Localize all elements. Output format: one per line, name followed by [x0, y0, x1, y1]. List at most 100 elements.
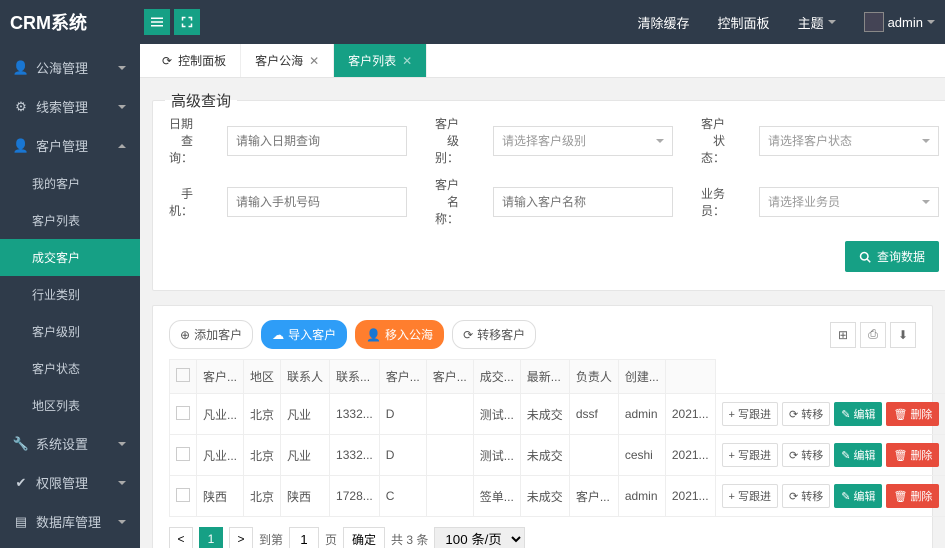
gear-icon: ⚙: [14, 100, 28, 114]
follow-button[interactable]: + 写跟进: [722, 443, 778, 467]
column-header: 地区: [244, 360, 281, 394]
page-1-button[interactable]: 1: [199, 527, 223, 548]
name-label: 客户名称：: [435, 176, 465, 227]
cell: 北京: [244, 435, 281, 476]
cell: 测试...: [473, 394, 520, 435]
tab[interactable]: 客户列表✕: [334, 44, 427, 77]
menu-toggle-button[interactable]: [144, 9, 170, 35]
cell: 未成交: [520, 476, 569, 517]
export-button[interactable]: ⬇: [890, 322, 916, 348]
sidebar-group[interactable]: ▤数据库管理: [0, 502, 140, 541]
goto-page-input[interactable]: [289, 527, 319, 548]
transfer-button[interactable]: ⟳ 转移: [782, 443, 830, 467]
search-title: 高级查询: [165, 90, 237, 111]
column-header: 联系...: [330, 360, 380, 394]
sidebar-group[interactable]: ✔权限管理: [0, 463, 140, 502]
phone-input[interactable]: [227, 187, 407, 217]
sidebar-group-label: 客户管理: [36, 136, 88, 155]
import-customer-button[interactable]: ☁导入客户: [261, 320, 347, 349]
move-sea-button[interactable]: 👤移入公海: [355, 320, 444, 349]
transfer-customer-button[interactable]: ⟳转移客户: [452, 320, 536, 349]
header: CRM系统 清除缓存 控制面板 主题 admin: [0, 0, 945, 44]
sidebar-item[interactable]: 地区列表: [0, 387, 140, 424]
per-page-select[interactable]: 100 条/页: [434, 527, 525, 548]
column-header: [170, 360, 197, 394]
cell: 未成交: [520, 394, 569, 435]
sidebar-item[interactable]: 行业类别: [0, 276, 140, 313]
follow-button[interactable]: + 写跟进: [722, 402, 778, 426]
sidebar-group[interactable]: 👤公海管理: [0, 48, 140, 87]
edit-button[interactable]: ✎ 编辑: [834, 402, 882, 426]
sidebar-group-label: 数据库管理: [36, 512, 101, 531]
search-icon: [859, 251, 871, 263]
refresh-icon: ⟳: [789, 490, 798, 503]
tab[interactable]: 客户公海✕: [241, 44, 334, 77]
row-checkbox[interactable]: [176, 447, 190, 461]
sidebar-group[interactable]: 🔧系统设置: [0, 424, 140, 463]
clear-cache-link[interactable]: 清除缓存: [638, 13, 690, 32]
cell: 凡业...: [197, 394, 244, 435]
edit-button[interactable]: ✎ 编辑: [834, 443, 882, 467]
prev-page-button[interactable]: <: [169, 527, 193, 548]
cell: dssf: [569, 394, 618, 435]
column-header: [665, 360, 715, 394]
sidebar-group[interactable]: ⚙线索管理: [0, 87, 140, 126]
goto-confirm-button[interactable]: 确定: [343, 527, 385, 548]
theme-dropdown[interactable]: 主题: [798, 13, 836, 32]
tab[interactable]: ⟳控制面板: [148, 44, 241, 77]
tab-close-icon[interactable]: ✕: [309, 54, 319, 68]
download-icon: ⬇: [898, 328, 908, 342]
columns-button[interactable]: ⊞: [830, 322, 856, 348]
avatar: [864, 12, 884, 32]
tab-close-icon[interactable]: ✕: [402, 54, 412, 68]
sidebar-item[interactable]: 客户状态: [0, 350, 140, 387]
refresh-icon: ⟳: [162, 54, 172, 68]
name-input[interactable]: [493, 187, 673, 217]
transfer-button[interactable]: ⟳ 转移: [782, 402, 830, 426]
next-page-button[interactable]: >: [229, 527, 253, 548]
row-checkbox[interactable]: [176, 488, 190, 502]
level-select[interactable]: 请选择客户级别: [493, 126, 673, 156]
sidebar-group-label: 系统设置: [36, 434, 88, 453]
tabs: ⟳控制面板客户公海✕客户列表✕: [140, 44, 945, 78]
transfer-button[interactable]: ⟳ 转移: [782, 484, 830, 508]
pagination: < 1 > 到第 页 确定 共 3 条 100 条/页: [169, 527, 916, 548]
follow-button[interactable]: + 写跟进: [722, 484, 778, 508]
chevron-down-icon: [922, 200, 930, 204]
column-header: 客户...: [197, 360, 244, 394]
cell: [426, 435, 473, 476]
date-input[interactable]: [227, 126, 407, 156]
sidebar-group-label: 权限管理: [36, 473, 88, 492]
edit-button[interactable]: ✎ 编辑: [834, 484, 882, 508]
select-all-checkbox[interactable]: [176, 368, 190, 382]
status-select[interactable]: 请选择客户状态: [759, 126, 939, 156]
user-dropdown[interactable]: admin: [864, 12, 935, 32]
trash-icon: 🗑: [893, 490, 907, 503]
sidebar-item[interactable]: 客户级别: [0, 313, 140, 350]
delete-button[interactable]: 🗑 删除: [886, 402, 939, 426]
chevron-down-icon: [828, 20, 836, 24]
table-row: 陕西北京陕西1728...C签单...未成交客户...admin2021...+…: [170, 476, 945, 517]
row-checkbox[interactable]: [176, 406, 190, 420]
add-customer-button[interactable]: ⊕添加客户: [169, 320, 253, 349]
chevron-down-icon: [118, 481, 126, 485]
fullscreen-button[interactable]: [174, 9, 200, 35]
dashboard-link[interactable]: 控制面板: [718, 13, 770, 32]
brand: CRM系统: [10, 9, 140, 35]
status-label: 客户状态：: [701, 115, 731, 166]
cell: D: [379, 394, 426, 435]
sidebar-item[interactable]: 成交客户: [0, 239, 140, 276]
column-header: 创建...: [618, 360, 665, 394]
print-button[interactable]: ⎙: [860, 322, 886, 348]
cloud-icon: ☁: [272, 328, 284, 342]
search-button[interactable]: 查询数据: [845, 241, 939, 272]
delete-button[interactable]: 🗑 删除: [886, 443, 939, 467]
total-count: 共 3 条: [391, 531, 428, 548]
delete-button[interactable]: 🗑 删除: [886, 484, 939, 508]
sidebar-item[interactable]: 客户列表: [0, 202, 140, 239]
sales-select[interactable]: 请选择业务员: [759, 187, 939, 217]
cell: 1332...: [330, 394, 380, 435]
sidebar-item[interactable]: 我的客户: [0, 165, 140, 202]
sidebar-group[interactable]: 👤客户管理: [0, 126, 140, 165]
page-unit: 页: [325, 531, 337, 548]
